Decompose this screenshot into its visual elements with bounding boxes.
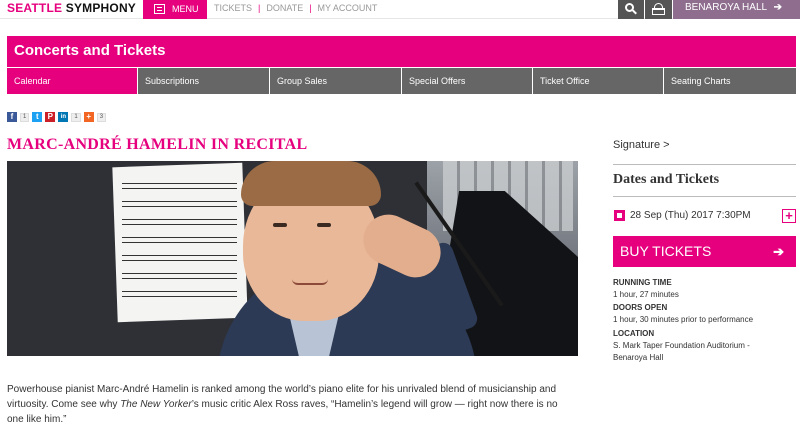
twitter-icon[interactable]: t	[32, 112, 43, 122]
menu-icon	[154, 4, 165, 14]
divider	[613, 164, 796, 165]
search-button[interactable]	[618, 0, 644, 19]
donate-link[interactable]: DONATE	[266, 0, 303, 19]
menu-label: MENU	[172, 4, 199, 14]
tab-special-offers[interactable]: Special Offers	[402, 68, 533, 94]
performance-date-row[interactable]: 28 Sep (Thu) 2017 7:30PM +	[614, 209, 797, 223]
menu-button[interactable]: MENU	[143, 0, 207, 19]
date-select-checkbox[interactable]	[614, 210, 625, 221]
facebook-icon[interactable]: f	[7, 112, 17, 122]
location-value-line2[interactable]: Benaroya Hall	[613, 352, 663, 363]
doors-open-value: 1 hour, 30 minutes prior to performance	[613, 315, 754, 324]
tab-subscriptions[interactable]: Subscriptions	[138, 68, 270, 94]
linkedin-icon[interactable]: in	[58, 112, 69, 122]
my-account-link[interactable]: MY ACCOUNT	[318, 0, 378, 19]
tab-calendar[interactable]: Calendar	[7, 68, 138, 94]
event-title: MARC-ANDRÉ HAMELIN IN RECITAL	[7, 136, 308, 153]
pinterest-icon[interactable]: P	[45, 112, 56, 122]
link-separator: |	[309, 3, 312, 13]
tab-seating-charts[interactable]: Seating Charts	[664, 68, 796, 94]
venue-button[interactable]: BENAROYA HALL ➔	[673, 0, 800, 19]
venue-label: BENAROYA HALL	[685, 2, 768, 13]
arrow-right-icon: ➔	[773, 2, 782, 13]
share-more-icon[interactable]: +	[83, 112, 94, 122]
performance-date: 28 Sep (Thu) 2017 7:30PM	[630, 210, 751, 221]
share-more-count: 3	[96, 112, 107, 122]
doors-open-label: DOORS OPEN	[613, 303, 668, 312]
cart-button[interactable]	[645, 0, 672, 19]
sub-navigation: Calendar Subscriptions Group Sales Speci…	[7, 68, 796, 94]
logo-seattle: SEATTLE	[7, 1, 63, 15]
artist-photo	[7, 161, 578, 356]
site-logo[interactable]: SEATTLE SYMPHONY	[7, 1, 136, 15]
buy-tickets-label: BUY TICKETS	[620, 243, 712, 259]
location-value-line1[interactable]: S. Mark Taper Foundation Auditorium -	[613, 340, 750, 351]
dates-title: Dates and Tickets	[613, 172, 720, 187]
add-to-calendar-icon[interactable]: +	[782, 209, 796, 223]
top-bar: SEATTLE SYMPHONY MENU TICKETS | DONATE |…	[0, 0, 800, 19]
arrow-right-icon: ➔	[773, 244, 784, 259]
tab-group-sales[interactable]: Group Sales	[270, 68, 402, 94]
event-description: Powerhouse pianist Marc-André Hamelin is…	[7, 384, 558, 425]
running-time-label: RUNNING TIME	[613, 278, 672, 287]
buy-tickets-button[interactable]: BUY TICKETS ➔	[613, 236, 796, 267]
section-banner: Concerts and Tickets	[7, 36, 796, 67]
tab-ticket-office[interactable]: Ticket Office	[533, 68, 664, 94]
top-links: TICKETS | DONATE | MY ACCOUNT	[214, 0, 377, 19]
facebook-count: 1	[20, 112, 30, 122]
share-bar: f 1 t P in 1 + 3	[7, 112, 109, 122]
linkedin-count: 1	[71, 112, 81, 122]
section-title: Concerts and Tickets	[14, 42, 166, 59]
link-separator: |	[258, 3, 261, 13]
logo-symphony: SYMPHONY	[65, 1, 137, 15]
running-time-value: 1 hour, 27 minutes	[613, 290, 679, 299]
tickets-link[interactable]: TICKETS	[214, 0, 252, 19]
series-link[interactable]: Signature >	[613, 139, 670, 151]
location-label: LOCATION	[613, 329, 655, 338]
divider	[613, 196, 796, 197]
